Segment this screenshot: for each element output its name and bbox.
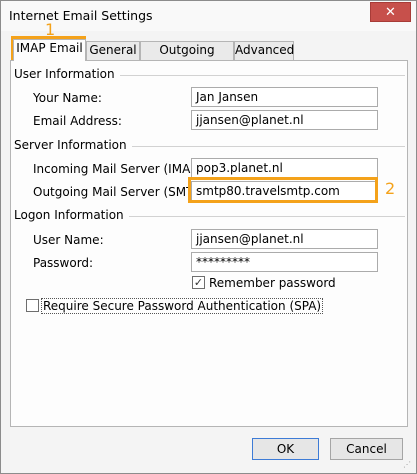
resize-grip-icon[interactable]: ⋰: [403, 460, 413, 470]
remember-password-label[interactable]: Remember password: [209, 276, 336, 290]
incoming-server-label: Incoming Mail Server (IMAP):: [33, 162, 207, 176]
ok-button[interactable]: OK: [252, 438, 319, 460]
tab-imap-email-label: IMAP Email: [16, 41, 83, 55]
cancel-button[interactable]: Cancel: [330, 438, 403, 460]
internet-email-settings-dialog: Internet Email Settings ✕ IMAP Email Gen…: [0, 0, 417, 474]
tab-advanced[interactable]: Advanced: [234, 41, 294, 60]
callout-number-2: 2: [385, 179, 396, 198]
user-information-heading: User Information: [14, 67, 120, 81]
tab-advanced-label: Advanced: [235, 43, 295, 57]
title-bar: Internet Email Settings ✕: [1, 1, 416, 31]
logon-information-heading: Logon Information: [14, 208, 129, 222]
your-name-field[interactable]: Jan Jansen: [191, 87, 378, 107]
server-information-heading: Server Information: [14, 138, 132, 152]
incoming-server-field[interactable]: pop3.planet.nl: [191, 158, 378, 178]
tab-general-label: General: [89, 43, 137, 57]
user-name-field[interactable]: jjansen@planet.nl: [191, 229, 378, 249]
your-name-label: Your Name:: [33, 91, 102, 105]
close-icon[interactable]: ✕: [370, 2, 411, 22]
email-address-label: Email Address:: [33, 114, 122, 128]
remember-password-checkbox[interactable]: ✓: [192, 276, 205, 289]
email-address-field[interactable]: jjansen@planet.nl: [191, 110, 378, 130]
tab-outgoing-server[interactable]: Outgoing Server: [140, 41, 234, 74]
highlight-box-outgoing: [188, 177, 378, 203]
password-label: Password:: [33, 256, 94, 270]
password-field[interactable]: *********: [191, 252, 378, 272]
user-name-label: User Name:: [33, 233, 104, 247]
tab-general[interactable]: General: [86, 41, 140, 60]
require-spa-checkbox[interactable]: [26, 299, 39, 312]
outgoing-server-label: Outgoing Mail Server (SMTP):: [33, 185, 210, 199]
require-spa-label[interactable]: Require Secure Password Authentication (…: [41, 298, 324, 314]
callout-number-1: 1: [45, 20, 56, 39]
tab-strip: IMAP Email General Outgoing Server Advan…: [10, 39, 408, 74]
window-title: Internet Email Settings: [9, 8, 153, 23]
tab-imap-email[interactable]: IMAP Email: [13, 39, 86, 61]
